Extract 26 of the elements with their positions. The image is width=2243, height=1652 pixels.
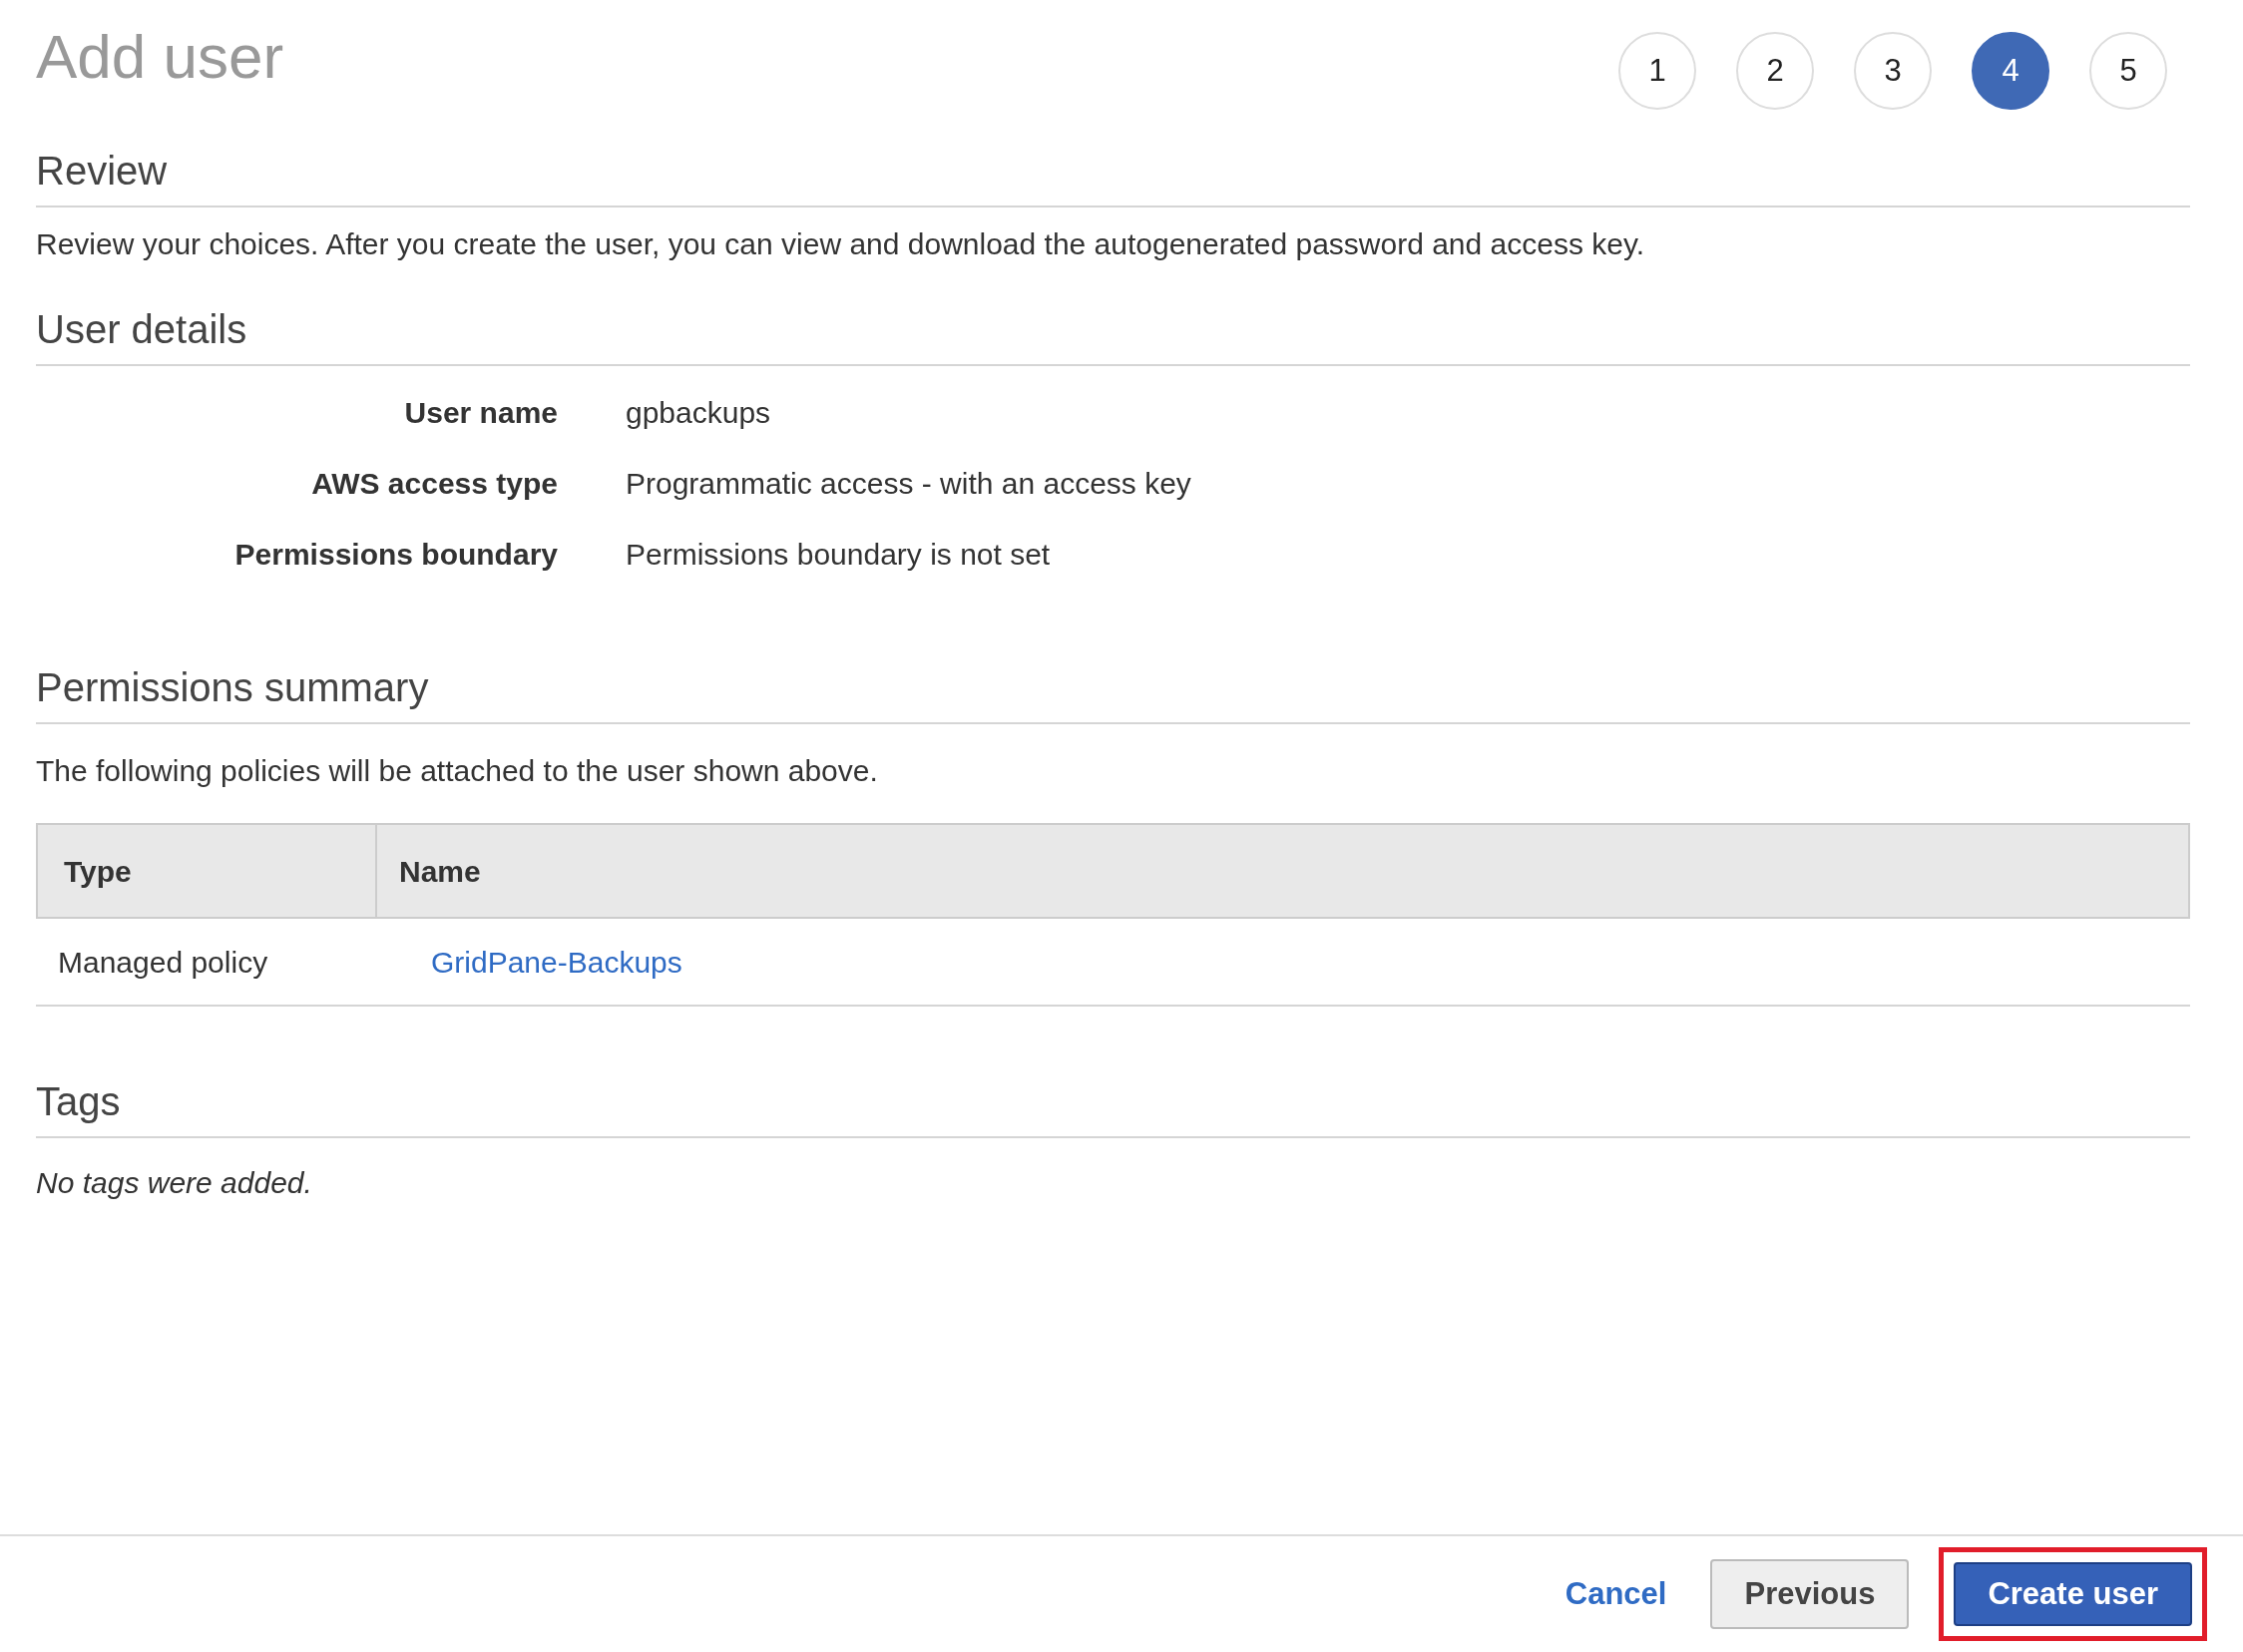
step-indicator[interactable]: 3 xyxy=(1854,32,1932,110)
step-indicator[interactable]: 2 xyxy=(1736,32,1814,110)
policy-link[interactable]: GridPane-Backups xyxy=(375,939,682,985)
detail-label: User name xyxy=(404,396,558,429)
detail-label: Permissions boundary xyxy=(234,538,558,571)
create-user-button[interactable]: Create user xyxy=(1954,1562,2192,1626)
section-heading: Permissions summary xyxy=(36,665,429,709)
detail-value: Permissions boundary is not set xyxy=(626,537,1051,573)
intro-text: Review your choices. After you create the user, you can view and download the autogenerated password and access key. xyxy=(36,226,1646,262)
intro-text: The following policies will be attached to the user shown above. xyxy=(36,753,879,789)
column-header: Name xyxy=(398,853,482,890)
step-indicator[interactable]: 1 xyxy=(1618,32,1696,110)
table-cell: Managed policy xyxy=(58,945,268,979)
step-indicator[interactable]: 4 xyxy=(1972,32,2049,110)
detail-label: AWS access type xyxy=(311,467,558,500)
section-heading: Tags xyxy=(36,1079,121,1123)
previous-button[interactable]: Previous xyxy=(1710,1559,1910,1629)
section-heading: Review xyxy=(36,149,168,193)
empty-message: No tags were added. xyxy=(36,1165,313,1201)
section-heading: User details xyxy=(36,307,247,351)
page-title: Add user xyxy=(36,21,284,93)
detail-value: gpbackups xyxy=(626,395,771,431)
detail-value: Programmatic access - with an access key xyxy=(626,466,1191,502)
column-header: Type xyxy=(38,825,377,917)
cancel-link[interactable]: Cancel xyxy=(1565,1570,1667,1618)
step-indicator[interactable]: 5 xyxy=(2089,32,2167,110)
